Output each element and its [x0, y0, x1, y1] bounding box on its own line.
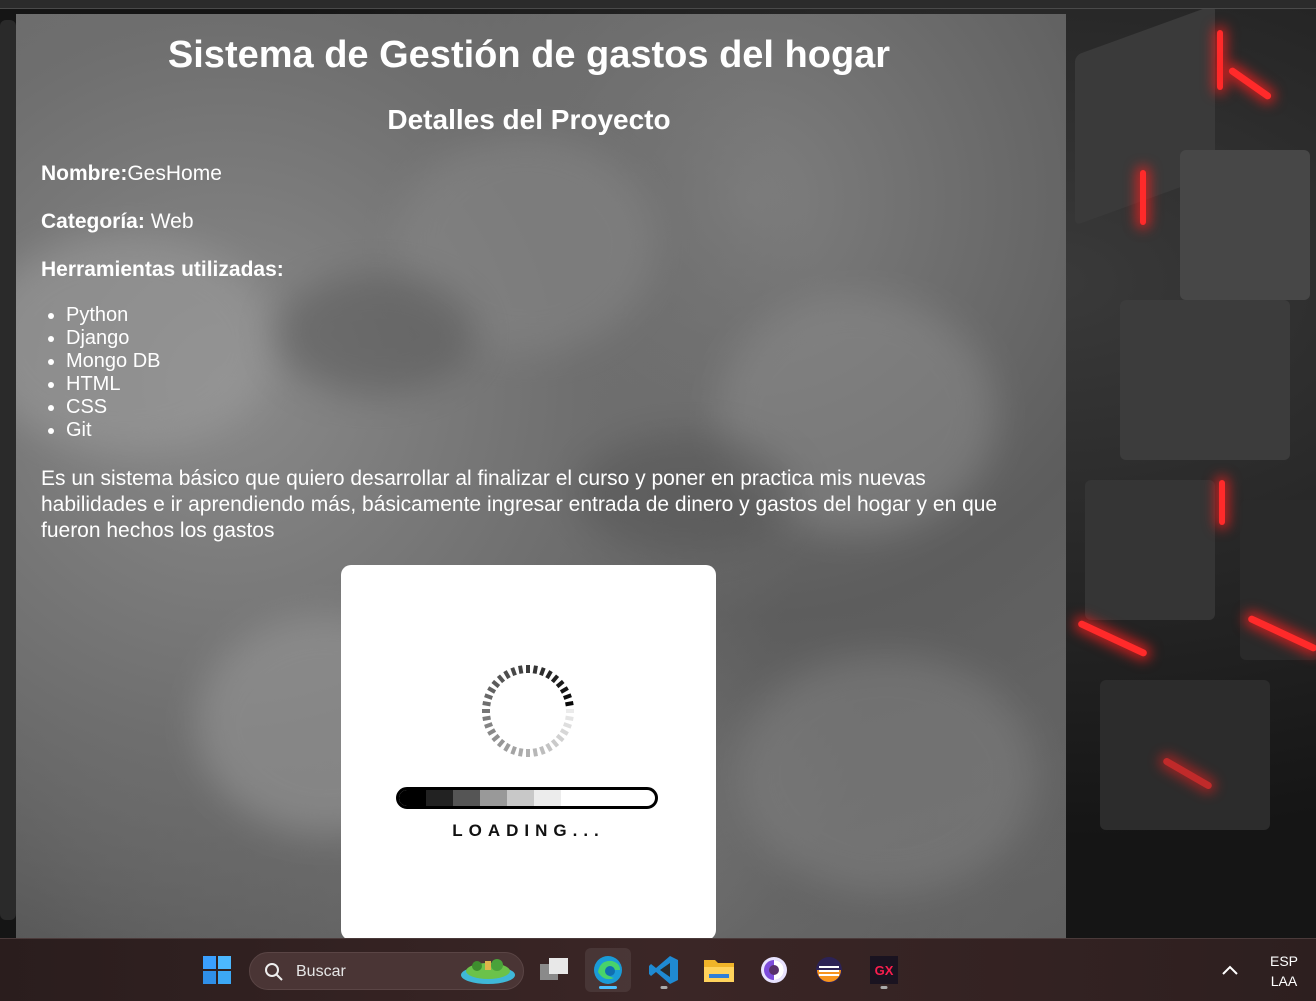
list-item: Django	[66, 327, 161, 350]
search-icon	[265, 963, 283, 981]
taskbar-app-vscode[interactable]	[641, 948, 687, 992]
list-item: Mongo DB	[66, 350, 161, 373]
show-hidden-icons-button[interactable]	[1208, 948, 1252, 992]
spinner-tick	[532, 748, 538, 757]
list-item: Python	[66, 304, 161, 327]
spinner-tick	[510, 746, 517, 755]
loading-spinner-icon	[482, 665, 574, 757]
project-name-row: Nombre:GesHome	[41, 162, 222, 186]
spinner-tick	[503, 670, 511, 680]
taskbar: Buscar GX ESP LAA	[0, 938, 1316, 1001]
project-description: Es un sistema básico que quiero desarrol…	[41, 467, 998, 542]
spinner-tick	[532, 665, 538, 674]
language-indicator[interactable]: ESP LAA	[1270, 951, 1298, 991]
tools-heading: Herramientas utilizadas:	[41, 258, 284, 282]
spinner-tick	[539, 746, 546, 755]
spinner-tick	[545, 670, 553, 680]
opera-gx-icon: GX	[870, 956, 898, 984]
running-indicator	[880, 986, 888, 989]
spinner-tick	[487, 728, 497, 736]
spinner-tick	[550, 674, 560, 684]
list-item: Git	[66, 419, 161, 442]
page-title: Sistema de Gestión de gastos del hogar	[167, 34, 891, 76]
task-view-icon	[540, 958, 568, 980]
spinner-tick	[559, 686, 569, 694]
taskbar-app-tor[interactable]	[751, 948, 797, 992]
spinner-tick	[484, 693, 493, 700]
task-view-button[interactable]	[531, 948, 577, 992]
chevron-up-icon	[1222, 965, 1238, 975]
taskbar-search-box[interactable]: Buscar	[249, 952, 524, 990]
list-item: CSS	[66, 396, 161, 419]
svg-text:GX: GX	[875, 963, 894, 978]
eclipse-icon	[816, 957, 842, 983]
tools-label: Herramientas utilizadas:	[41, 258, 284, 281]
vscode-icon	[649, 956, 678, 984]
tools-list: Python Django Mongo DB HTML CSS Git	[41, 304, 161, 442]
spinner-tick	[539, 667, 546, 676]
running-indicator	[660, 986, 668, 989]
language-code: ESP	[1269, 953, 1298, 969]
spinner-tick	[518, 748, 524, 757]
spinner-tick	[563, 722, 572, 729]
spinner-tick	[545, 742, 553, 752]
start-button[interactable]	[194, 948, 240, 992]
taskbar-app-edge[interactable]	[585, 948, 631, 992]
spinner-tick	[518, 665, 524, 674]
spinner-tick	[484, 722, 493, 729]
edge-icon	[594, 956, 622, 984]
project-category-label: Categoría:	[41, 210, 145, 233]
keyboard-layout: LAA	[1270, 973, 1298, 989]
taskbar-app-eclipse[interactable]	[806, 948, 852, 992]
taskbar-app-opera-gx[interactable]: GX	[861, 948, 907, 992]
active-indicator	[599, 986, 617, 989]
spinner-tick	[510, 667, 517, 676]
tor-browser-icon	[761, 957, 787, 983]
spinner-tick	[555, 679, 565, 689]
spinner-tick	[491, 679, 501, 689]
spinner-tick	[491, 733, 501, 743]
taskbar-app-file-explorer[interactable]	[696, 948, 742, 992]
loading-progress-fill	[399, 790, 561, 806]
loading-progress-bar	[396, 787, 658, 809]
search-highlight-icon	[461, 959, 515, 984]
section-title: Detalles del Proyecto	[387, 104, 671, 135]
spinner-tick	[482, 715, 491, 721]
loading-text: LOADING...	[452, 821, 605, 840]
spinner-tick	[559, 728, 569, 736]
loading-image: LOADING...	[341, 565, 716, 938]
project-name-label: Nombre:	[41, 162, 128, 185]
list-item: HTML	[66, 373, 161, 396]
spinner-tick	[565, 715, 574, 721]
spinner-tick	[550, 738, 560, 748]
spinner-tick	[482, 701, 491, 707]
project-category-value: Web	[144, 210, 194, 233]
start-icon	[203, 956, 231, 984]
spinner-tick	[496, 738, 506, 748]
spinner-tick	[555, 733, 565, 743]
spinner-tick	[563, 693, 572, 700]
spinner-tick	[503, 742, 511, 752]
project-category-row: Categoría: Web	[41, 210, 194, 234]
spinner-tick	[487, 686, 497, 694]
file-explorer-icon	[704, 960, 734, 982]
project-name-value: GesHome	[127, 162, 222, 185]
window-top-strip	[0, 0, 1316, 9]
spinner-tick	[565, 701, 574, 707]
search-placeholder: Buscar	[296, 963, 346, 980]
spinner-tick	[496, 674, 506, 684]
project-page: Sistema de Gestión de gastos del hogar D…	[16, 14, 1066, 938]
